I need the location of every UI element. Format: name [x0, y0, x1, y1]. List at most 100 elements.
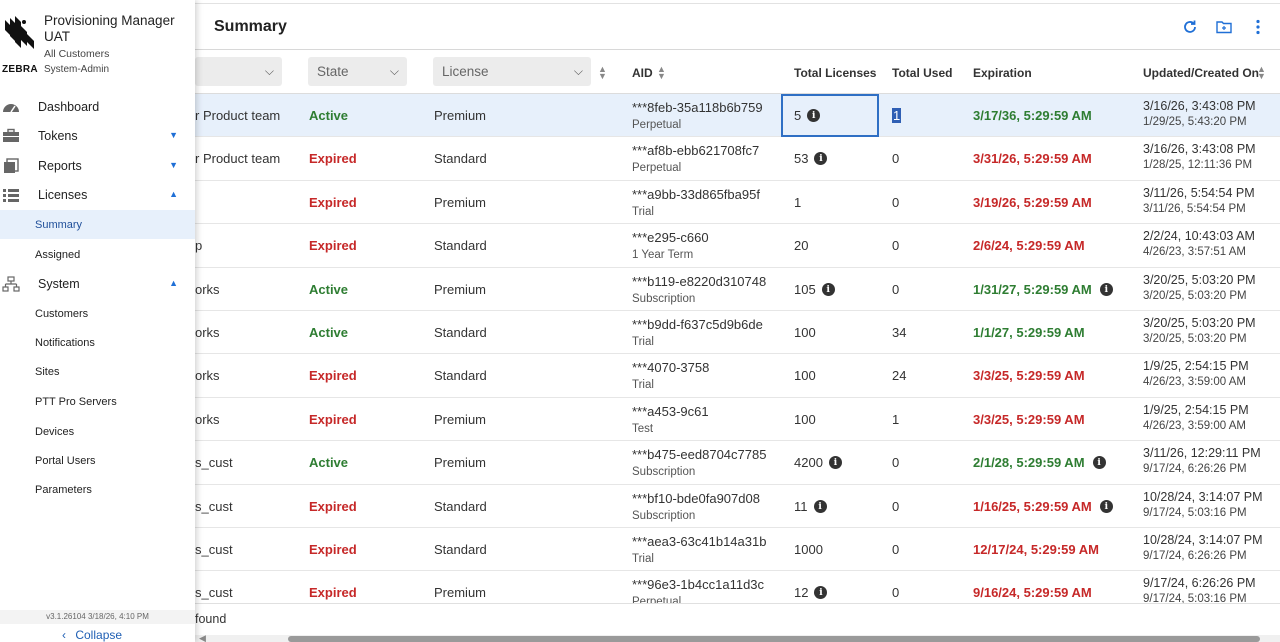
zebra-logo: ZEBRA — [1, 14, 41, 76]
state-filter[interactable]: State ⌵ — [308, 57, 407, 86]
folder-icon[interactable] — [1214, 17, 1234, 37]
cell-expiration: 3/3/25, 5:29:59 AM — [973, 412, 1085, 427]
horizontal-scrollbar-thumb[interactable] — [288, 636, 1260, 642]
info-icon[interactable]: i — [813, 499, 827, 513]
sort-icon[interactable]: ▲ ▼ — [657, 65, 666, 81]
info-icon[interactable]: i — [807, 109, 821, 122]
aid-type: Subscription — [632, 509, 696, 522]
total-used-value: 0 — [892, 585, 900, 601]
cell-state: Active — [309, 325, 349, 340]
table-row[interactable]: s_cust Active Premium ***b475-eed8704c7785 S… — [195, 441, 1280, 485]
cell-total-used[interactable]: 0 — [892, 585, 899, 600]
sidebar-item-licenses[interactable]: Licenses ▲ — [0, 181, 195, 210]
sidebar-subitem-assigned[interactable]: Assigned — [0, 240, 195, 269]
cell-total-used[interactable]: 0 — [892, 151, 899, 166]
sidebar-subitem-sites[interactable]: Sites — [0, 357, 195, 386]
cell-expiration: 3/17/36, 5:29:59 AM — [973, 108, 1092, 123]
customer-filter[interactable]: ⌵ — [195, 57, 282, 86]
info-icon[interactable]: i — [814, 152, 828, 166]
sidebar-subitem-customers[interactable]: Customers — [0, 299, 195, 328]
aid-type: Subscription — [632, 466, 696, 479]
cell-total-licenses[interactable]: 20 — [794, 238, 808, 253]
cell-total-used[interactable]: 0 — [892, 499, 899, 514]
cell-expiration: 12/17/24, 5:29:59 AM — [973, 542, 1099, 557]
table-row[interactable]: s_cust Expired Standard ***bf10-bde0fa907d0… — [195, 485, 1280, 528]
table-row[interactable]: orks Active Premium ***b119-e8220d310748 Sub… — [195, 268, 1280, 311]
cell-total-used[interactable]: 0 — [892, 238, 899, 253]
sidebar-item-system[interactable]: System ▲ — [0, 270, 195, 299]
cell-total-used[interactable]: 0 — [892, 455, 899, 470]
cell-total-used[interactable]: 1 — [892, 108, 902, 123]
column-expiration[interactable]: Expiration — [973, 66, 1032, 80]
table-row[interactable]: orks Active Standard ***b9dd-f637c5d9b6de Tr… — [195, 311, 1280, 355]
table-row[interactable]: s_cust Expired Standard ***aea3-63c41b14a31… — [195, 528, 1280, 572]
cell-total-licenses[interactable]: 1 — [794, 195, 801, 210]
column-updated-created[interactable]: Updated/Created On — [1143, 66, 1259, 80]
cell-updated-created: 2/2/24, 10:43:03 AM 4/26/23, 3:57:51 AM — [1143, 229, 1255, 258]
cell-total-licenses[interactable]: 100 — [794, 368, 816, 383]
sidebar-item-dashboard[interactable]: Dashboard — [0, 93, 195, 122]
sidebar-subitem-devices[interactable]: Devices — [0, 417, 195, 446]
expiration-value: 3/31/26, 5:29:59 AM — [973, 151, 1092, 167]
cell-total-used[interactable]: 24 — [892, 368, 906, 383]
cell-total-used[interactable]: 0 — [892, 195, 899, 210]
aid-type: Trial — [632, 553, 654, 565]
dashboard-icon — [2, 99, 20, 115]
cell-expiration: 9/16/24, 5:29:59 AM — [973, 585, 1092, 600]
updated-value: 3/11/26, 5:54:54 PM — [1143, 185, 1255, 200]
cell-total-licenses[interactable]: 12 i — [794, 585, 828, 600]
cell-license: Standard — [434, 498, 487, 514]
table-row[interactable]: p Expired Standard ***e295-c660 1 Year Term 2… — [195, 224, 1280, 268]
sort-icon[interactable]: ▲ ▼ — [1257, 65, 1266, 81]
cell-total-licenses[interactable]: 53 i — [794, 151, 828, 166]
sidebar-subitem-portal-users[interactable]: Portal Users — [0, 446, 195, 475]
table-row[interactable]: r Product team Active Premium ***8feb-35a11… — [195, 94, 1280, 138]
created-value: 3/20/25, 5:03:20 PM — [1143, 289, 1247, 302]
sidebar-subitem-parameters[interactable]: Parameters — [0, 475, 195, 504]
table-row[interactable]: orks Expired Premium ***a453-9c61 Test 100 1 3/… — [195, 398, 1280, 442]
cell-license: Standard — [434, 542, 487, 557]
sidebar-item-reports[interactable]: Reports ▼ — [0, 152, 195, 181]
cell-total-used[interactable]: 34 — [892, 325, 906, 340]
column-total-licenses[interactable]: Total Licenses — [794, 66, 876, 80]
cell-total-used[interactable]: 1 — [892, 412, 899, 427]
cell-total-used[interactable]: 0 — [892, 542, 899, 557]
table-row[interactable]: Expired Premium ***a9bb-33d865fba95f Trial 1… — [195, 181, 1280, 225]
more-vertical-icon[interactable] — [1248, 17, 1268, 37]
cell-total-licenses[interactable]: 100 — [794, 412, 816, 427]
cell-state: Active — [309, 108, 349, 123]
info-icon[interactable]: i — [1099, 499, 1113, 513]
cell-total-licenses[interactable]: 11 i — [794, 499, 827, 514]
current-customer[interactable]: All Customers — [44, 48, 109, 60]
column-aid[interactable]: AID — [632, 66, 653, 80]
sidebar-item-tokens[interactable]: Tokens ▼ — [0, 122, 195, 151]
info-icon[interactable]: i — [1099, 282, 1113, 296]
table-row[interactable]: s_cust Expired Premium ***96e3-1b4cc1a11d3c… — [195, 571, 1280, 603]
collapse-button[interactable]: ‹ Collapse — [62, 628, 122, 642]
info-icon[interactable]: i — [1092, 456, 1106, 470]
cell-total-licenses[interactable]: 100 — [794, 325, 816, 340]
info-icon[interactable]: i — [828, 456, 842, 470]
sidebar-subitem-summary[interactable]: Summary — [0, 210, 195, 239]
sidebar-subitem-ptt-pro-servers[interactable]: PTT Pro Servers — [0, 387, 195, 416]
license-filter[interactable]: License ⌵ — [433, 57, 591, 86]
state-filter-label: State — [317, 64, 349, 79]
created-value: 9/17/24, 5:03:16 PM — [1143, 506, 1247, 519]
table-row[interactable]: orks Expired Standard ***4070-3758 Trial 100 2… — [195, 354, 1280, 398]
scroll-left-icon[interactable]: ◀ — [199, 633, 206, 642]
refresh-icon[interactable] — [1180, 17, 1200, 37]
cell-expiration: 3/31/26, 5:29:59 AM — [973, 151, 1092, 166]
sidebar-subitem-notifications[interactable]: Notifications — [0, 328, 195, 357]
cell-total-used[interactable]: 0 — [892, 282, 899, 297]
info-icon[interactable]: i — [814, 586, 828, 600]
table-row[interactable]: r Product team Expired Standard ***af8b-ebb… — [195, 137, 1280, 181]
cell-total-licenses[interactable]: 1000 — [794, 542, 823, 557]
cell-license: Premium — [434, 108, 487, 123]
cell-total-licenses[interactable]: 105 i — [794, 282, 835, 297]
cell-total-licenses[interactable]: 5i — [794, 108, 821, 123]
info-icon[interactable]: i — [821, 282, 835, 296]
column-total-used[interactable]: Total Used — [892, 66, 952, 80]
cell-total-licenses[interactable]: 4200 i — [794, 455, 842, 470]
cell-aid: ***e295-c660 1 Year Term — [632, 230, 709, 261]
sort-icon[interactable]: ▲ ▼ — [598, 65, 607, 81]
